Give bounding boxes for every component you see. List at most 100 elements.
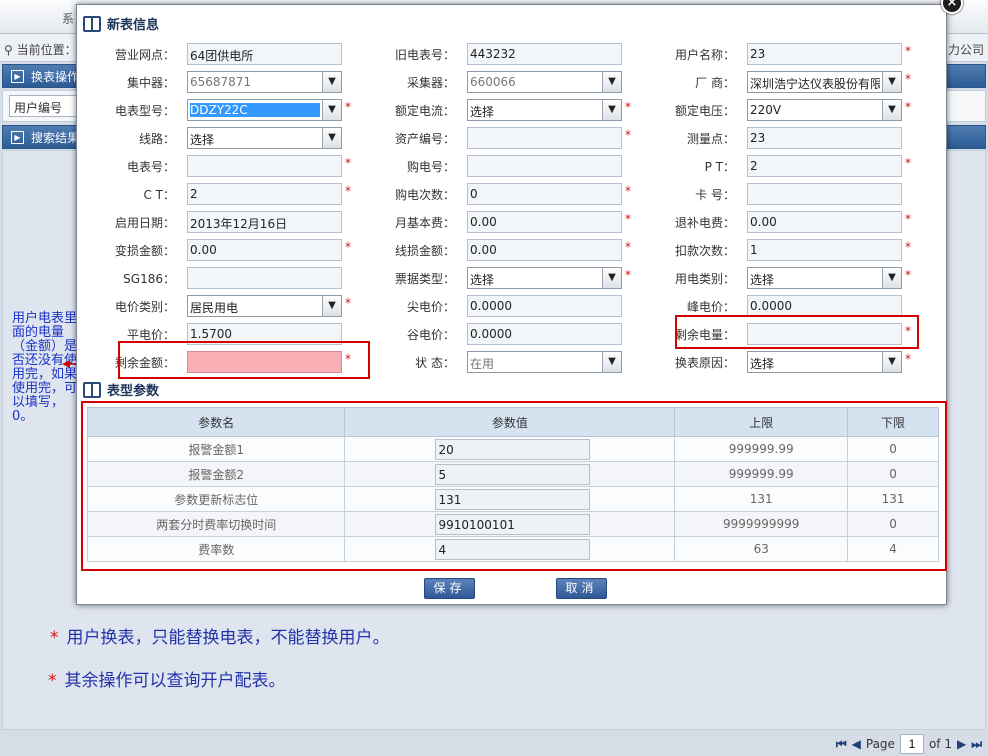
chevron-down-icon[interactable]: ▼	[322, 296, 341, 316]
field-label: 额定电压：	[674, 104, 735, 118]
chevron-down-icon[interactable]: ▼	[882, 352, 901, 372]
param-value-input[interactable]: 4	[435, 538, 591, 560]
field-select[interactable]: 选择 ▼	[747, 351, 902, 373]
field-select[interactable]: 在用 ▼	[467, 351, 622, 373]
save-button[interactable]: 保存	[424, 578, 475, 599]
chevron-down-icon[interactable]: ▼	[882, 268, 901, 288]
field-select[interactable]: 深圳浩宁达仪表股份有限 ▼	[747, 71, 902, 93]
param-value-input[interactable]: 20	[435, 438, 591, 460]
field-label: 资产编号：	[394, 132, 455, 146]
select-value: 65687871	[190, 75, 252, 89]
chevron-down-icon[interactable]: ▼	[602, 72, 621, 92]
field-label: C T：	[143, 188, 175, 202]
field-label: 线损金额：	[394, 244, 455, 258]
field-select[interactable]: 居民用电 ▼	[187, 295, 342, 317]
field-label: 峰电价：	[686, 300, 735, 314]
select-value: 居民用电	[190, 301, 239, 315]
field-select[interactable]: 65687871 ▼	[187, 71, 342, 93]
chevron-down-icon[interactable]: ▼	[602, 268, 621, 288]
col-header-name: 参数名	[86, 407, 346, 437]
field-input[interactable]: 0.00	[467, 239, 622, 261]
chevron-down-icon[interactable]: ▼	[602, 100, 621, 120]
param-name-cell: 两套分时费率切换时间	[86, 511, 346, 537]
param-table: 参数名 参数值 上限 下限 报警金额1 20 999999.99 0 报警金额2 5 999…	[86, 407, 939, 562]
select-value: 选择	[750, 357, 775, 371]
field-input[interactable]: 2	[747, 155, 902, 177]
field-label: 营业网点：	[114, 48, 175, 62]
required-mark: *	[625, 184, 631, 198]
last-page-icon[interactable]: ⏭	[971, 737, 982, 752]
param-upper-cell: 999999.99	[674, 461, 849, 487]
field-input[interactable]: 64团供电所	[187, 43, 342, 65]
field-input[interactable]	[467, 127, 622, 149]
param-lower-cell: 131	[847, 486, 939, 512]
param-value-cell: 4	[344, 536, 676, 562]
required-mark: *	[625, 212, 631, 226]
field-input[interactable]: 0	[467, 183, 622, 205]
field-input[interactable]: 0.0000	[747, 295, 902, 317]
param-lower-cell: 0	[847, 461, 939, 487]
required-mark: *	[905, 100, 911, 114]
field-input[interactable]	[187, 267, 342, 289]
field-input[interactable]: 0.00	[187, 239, 342, 261]
field-label: 电表号：	[126, 160, 175, 174]
field-label: P T：	[704, 160, 735, 174]
col-header-lower: 下限	[847, 407, 939, 437]
param-value-input[interactable]: 9910100101	[435, 513, 591, 535]
field-select[interactable]: 选择 ▼	[187, 127, 342, 149]
field-label: 购电次数：	[394, 188, 455, 202]
param-value-input[interactable]: 5	[435, 463, 591, 485]
field-label: 用电类别：	[674, 272, 735, 286]
field-input[interactable]: 0.00	[467, 211, 622, 233]
select-value: 选择	[470, 105, 495, 119]
field-label: 采集器：	[406, 76, 455, 90]
field-select[interactable]: DDZY22C ▼	[187, 99, 342, 121]
param-name-cell: 报警金额1	[86, 436, 346, 462]
field-input[interactable]: 2013年12月16日	[187, 211, 342, 233]
field-input[interactable]	[187, 155, 342, 177]
page-input[interactable]	[899, 734, 924, 754]
field-input[interactable]: 0.0000	[467, 323, 622, 345]
field-label: 状 态：	[415, 356, 455, 370]
required-mark: *	[905, 240, 911, 254]
field-input[interactable]: 0.00	[747, 211, 902, 233]
field-label: 变损金额：	[114, 244, 175, 258]
field-input[interactable]: 2	[187, 183, 342, 205]
field-select[interactable]: 选择 ▼	[467, 267, 622, 289]
param-value-cell: 5	[344, 461, 676, 487]
field-select[interactable]: 选择 ▼	[747, 267, 902, 289]
chevron-down-icon[interactable]: ▼	[322, 72, 341, 92]
pager: ⏮ ◀ Page of 1 ▶ ⏭	[836, 734, 982, 754]
chevron-down-icon[interactable]: ▼	[322, 100, 341, 120]
field-label: 额定电流：	[394, 104, 455, 118]
field-input[interactable]: 443232	[467, 43, 622, 65]
param-lower-cell: 4	[847, 536, 939, 562]
expand-icon[interactable]: ▶	[11, 70, 24, 83]
user-no-field[interactable]: 用户编号	[9, 95, 79, 117]
param-value-input[interactable]: 131	[435, 488, 591, 510]
first-page-icon[interactable]: ⏮	[836, 737, 847, 752]
chevron-down-icon[interactable]: ▼	[882, 100, 901, 120]
expand-icon[interactable]: ▶	[11, 131, 24, 144]
next-page-icon[interactable]: ▶	[957, 737, 966, 751]
field-select[interactable]: 660066 ▼	[467, 71, 622, 93]
chevron-down-icon[interactable]: ▼	[882, 72, 901, 92]
section-meter-params: 表型参数	[83, 380, 159, 399]
field-input[interactable]: 23	[747, 127, 902, 149]
chevron-down-icon[interactable]: ▼	[602, 352, 621, 372]
cancel-button[interactable]: 取消	[556, 578, 607, 599]
field-select[interactable]: 220V ▼	[747, 99, 902, 121]
field-select[interactable]: 选择 ▼	[467, 99, 622, 121]
location-label: ⚲ 当前位置：	[4, 43, 77, 57]
field-label: 月基本费：	[394, 216, 455, 230]
highlight-remaining-energy	[675, 315, 919, 349]
field-input[interactable]: 23	[747, 43, 902, 65]
chevron-down-icon[interactable]: ▼	[322, 128, 341, 148]
field-label: 退补电费：	[674, 216, 735, 230]
field-input[interactable]: 1	[747, 239, 902, 261]
param-upper-cell: 63	[674, 536, 849, 562]
field-input[interactable]	[747, 183, 902, 205]
field-input[interactable]	[467, 155, 622, 177]
field-input[interactable]: 0.0000	[467, 295, 622, 317]
prev-page-icon[interactable]: ◀	[852, 737, 861, 751]
